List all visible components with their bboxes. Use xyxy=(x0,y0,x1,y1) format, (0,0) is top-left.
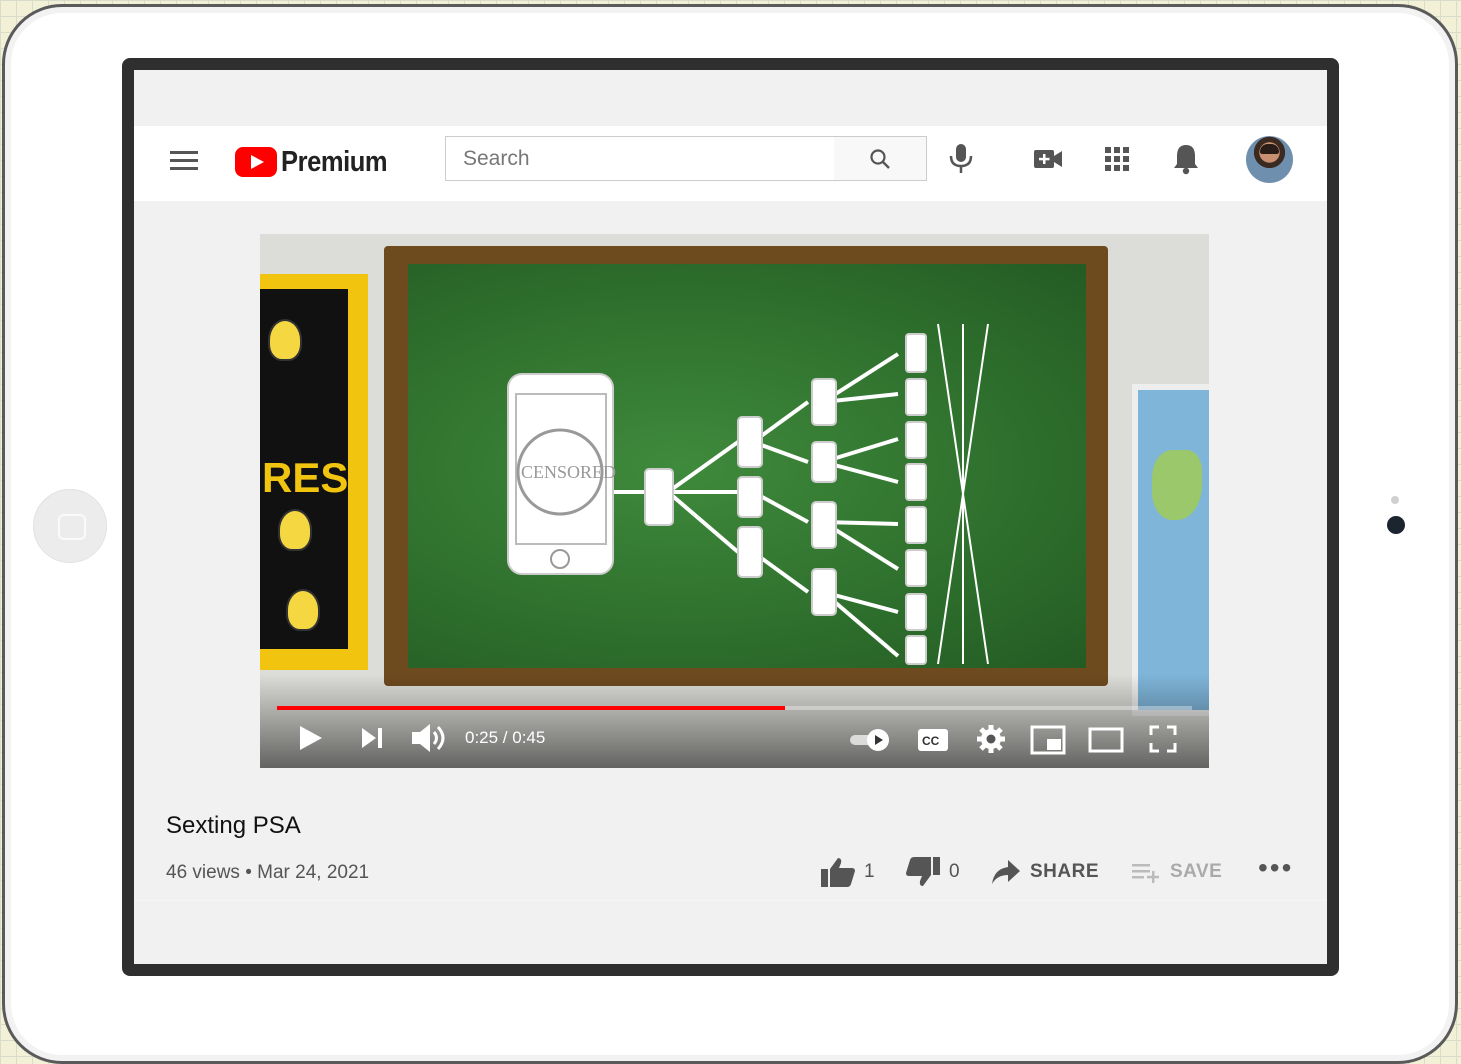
youtube-play-logo-icon xyxy=(235,147,277,177)
video-camera-add-icon xyxy=(1034,150,1062,168)
page-footer-area xyxy=(134,900,1327,964)
hamburger-menu-icon[interactable] xyxy=(170,151,198,171)
save-button[interactable]: SAVE xyxy=(1130,854,1222,890)
like-count: 1 xyxy=(864,861,875,882)
bulletin-text: RES xyxy=(262,454,349,501)
progress-bar-played xyxy=(277,706,785,710)
lightbulb-icon xyxy=(286,589,320,631)
view-count: 46 views xyxy=(166,862,240,883)
settings-gear-icon[interactable] xyxy=(976,724,1006,754)
dislike-count: 0 xyxy=(949,861,960,882)
video-metadata: 46 views • Mar 24, 2021 xyxy=(166,862,369,884)
youtube-page: Premium Search RES CENSORED 0:25 / 0:45 … xyxy=(134,70,1327,964)
world-map-image xyxy=(1132,384,1209,716)
search-button[interactable] xyxy=(834,136,927,181)
play-icon[interactable] xyxy=(298,724,324,752)
create-video-button[interactable] xyxy=(1032,144,1066,178)
chalkboard-image: CENSORED xyxy=(408,264,1086,668)
upload-date: Mar 24, 2021 xyxy=(257,862,370,883)
search-input[interactable]: Search xyxy=(445,136,835,181)
microphone-icon xyxy=(949,144,973,173)
lightbulb-icon xyxy=(278,509,312,551)
captions-icon[interactable]: CC xyxy=(917,728,949,752)
thumbs-down-icon xyxy=(906,857,940,886)
thumbs-up-icon xyxy=(821,858,855,887)
camera-icon xyxy=(1387,516,1405,534)
apps-grid-icon xyxy=(1105,147,1129,171)
progress-bar[interactable] xyxy=(277,706,1192,710)
youtube-premium-logo[interactable]: Premium xyxy=(235,144,402,180)
masthead: Premium Search xyxy=(134,126,1327,201)
share-arrow-icon xyxy=(992,860,1020,884)
bulletin-board-image: RES xyxy=(260,274,368,670)
playlist-add-icon xyxy=(1132,864,1159,883)
home-button[interactable] xyxy=(33,489,107,563)
bell-icon xyxy=(1174,145,1198,175)
dislike-button[interactable]: 0 xyxy=(905,854,960,890)
miniplayer-icon[interactable] xyxy=(1030,725,1066,755)
time-display: 0:25 / 0:45 xyxy=(465,728,546,747)
lightbulb-icon xyxy=(268,319,302,361)
notifications-button[interactable] xyxy=(1170,142,1204,176)
autoplay-toggle-icon[interactable] xyxy=(848,728,892,752)
avatar[interactable] xyxy=(1246,136,1293,183)
like-button[interactable]: 1 xyxy=(820,854,875,890)
share-label: SHARE xyxy=(1030,861,1100,882)
phone-diagram-image: CENSORED xyxy=(507,323,989,665)
home-square-icon xyxy=(58,514,86,540)
theater-mode-icon[interactable] xyxy=(1088,727,1124,753)
censored-text: CENSORED xyxy=(521,462,616,482)
voice-search-button[interactable] xyxy=(944,142,978,176)
metadata-separator: • xyxy=(245,862,252,883)
video-player[interactable]: RES CENSORED 0:25 / 0:45 CC xyxy=(260,234,1209,768)
next-icon[interactable] xyxy=(360,726,384,750)
more-actions-icon[interactable]: ••• xyxy=(1258,854,1293,882)
search-icon xyxy=(870,149,890,169)
apps-button[interactable] xyxy=(1102,144,1136,178)
svg-text:CC: CC xyxy=(922,734,940,748)
share-button[interactable]: SHARE xyxy=(990,854,1099,890)
tablet-screen: Premium Search RES CENSORED 0:25 / 0:45 … xyxy=(122,58,1339,976)
fullscreen-icon[interactable] xyxy=(1148,724,1178,754)
logo-text: Premium xyxy=(281,145,388,178)
save-label: SAVE xyxy=(1170,861,1223,882)
player-controls: 0:25 / 0:45 CC xyxy=(260,674,1209,768)
video-title: Sexting PSA xyxy=(166,812,301,839)
sensor-dot xyxy=(1391,496,1399,504)
volume-icon[interactable] xyxy=(410,722,446,754)
